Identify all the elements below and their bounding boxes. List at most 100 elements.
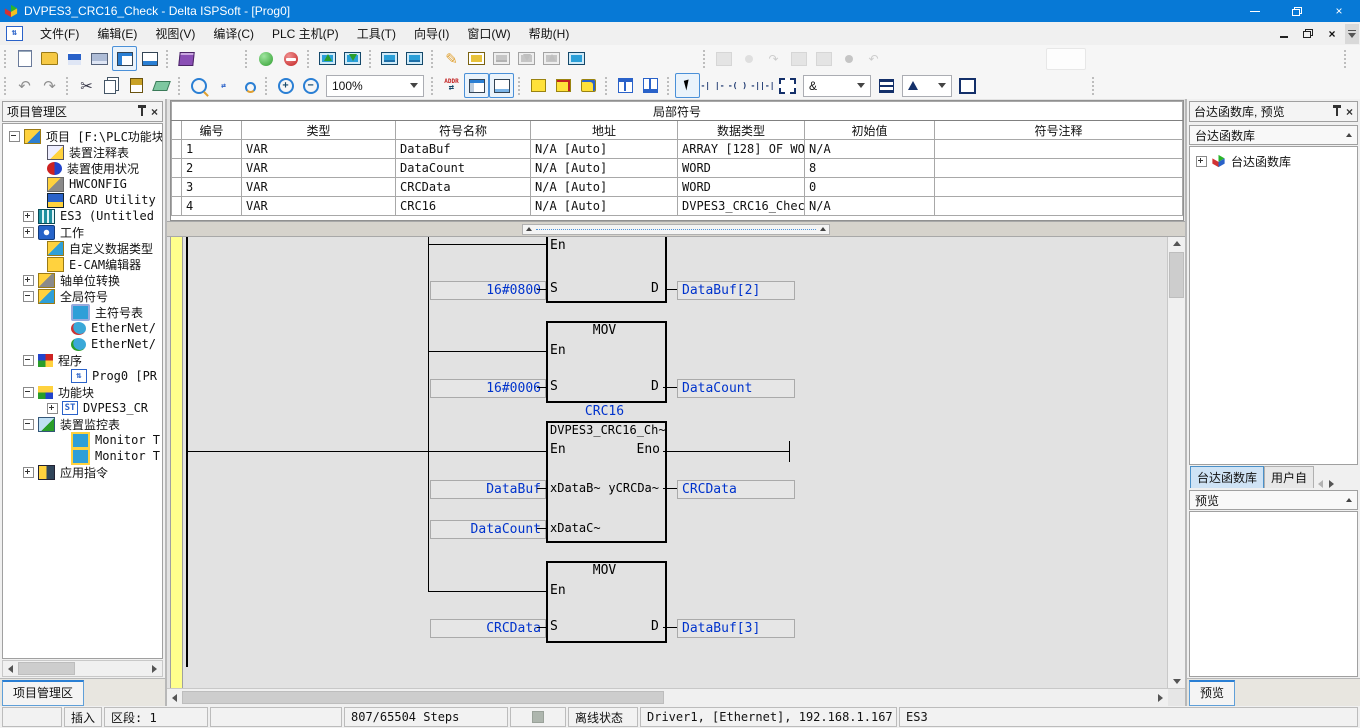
stop-button[interactable] [278,46,303,71]
toolbar-grip[interactable] [4,50,8,68]
toolbar-grip[interactable] [1344,50,1348,68]
fb-instance-label[interactable]: CRC16 [546,404,663,419]
operand-input[interactable]: 16#0006 [430,379,546,398]
project-tree-hscrollbar[interactable] [2,660,163,677]
scroll-right-arrow[interactable] [147,662,162,675]
scroll-thumb[interactable] [182,691,664,704]
pc-link-button[interactable] [564,46,589,71]
tree-item-device-monitor-table[interactable]: 装置监控表 [3,416,162,432]
undo-button[interactable]: ↶ [12,73,37,98]
select-tool-button[interactable] [675,73,700,98]
operand-output[interactable]: DataBuf[3] [677,619,795,638]
coil-tool-button[interactable]: -( ) [725,73,750,98]
tree-item-api[interactable]: 应用指令 [3,464,162,480]
operand-input[interactable]: CRCData [430,619,546,638]
menu-edit[interactable]: 编辑(E) [88,22,146,45]
tree-item-hwconfig[interactable]: HWCONFIG [3,176,162,192]
device-monitor-button[interactable] [402,46,427,71]
tree-item-prog0[interactable]: ⇅Prog0 [PR [3,368,162,384]
function-block-tool-button[interactable] [955,73,980,98]
operand-output[interactable]: DataCount [677,379,795,398]
tree-item-function-blocks[interactable]: 功能块 [3,384,162,400]
tab-preview[interactable]: 预览 [1189,680,1235,706]
download-button[interactable] [340,46,365,71]
splitter-collapse-control[interactable] [522,224,830,235]
output-window-toggle[interactable] [137,46,162,71]
logic-block-combo[interactable]: & [803,75,871,97]
up-connect-combo[interactable] [902,75,952,97]
run-button[interactable] [253,46,278,71]
zoom-level-combo[interactable]: 100% [326,75,424,97]
tree-item-ethernet-1[interactable]: EtherNet/ [3,320,162,336]
tree-item-device-usage[interactable]: 装置使用状况 [3,160,162,176]
goto-button[interactable] [236,73,261,98]
tab-scroll-right-icon[interactable] [1329,480,1334,488]
toolbar-grip[interactable] [1092,77,1096,95]
cut-button[interactable]: ✂ [74,73,99,98]
table-editor-splitter[interactable] [167,221,1185,237]
find-button[interactable] [186,73,211,98]
scroll-up-arrow[interactable] [1169,237,1184,250]
toolbar-grip[interactable] [178,77,182,95]
operand-output[interactable]: DataBuf[2] [677,281,795,300]
symbol-table-view-toggle[interactable] [464,73,489,98]
operand-input[interactable]: DataBuf [430,480,546,499]
mdi-restore-button[interactable] [1296,25,1320,43]
print-button[interactable] [87,46,112,71]
mdi-close-button[interactable]: × [1320,25,1344,43]
tree-item-monitor-2[interactable]: Monitor T [3,448,162,464]
manual-button[interactable] [174,46,199,71]
step-in-button[interactable] [786,46,811,71]
tab-project-management[interactable]: 项目管理区 [2,680,84,706]
instruction-tool-button[interactable] [775,73,800,98]
tree-item-delta-library[interactable]: 台达函数库 [1190,153,1357,169]
scroll-left-arrow[interactable] [167,691,182,704]
toolbar-grip[interactable] [667,77,671,95]
comment-view-toggle[interactable] [489,73,514,98]
online-monitor-button[interactable] [377,46,402,71]
ladder-editor[interactable]: En S D 16#0800 DataBuf[2] MOV En S D 16#… [167,237,1185,688]
tab-scroll-left-icon[interactable] [1318,480,1323,488]
edit-button[interactable]: ✎ [439,46,464,71]
scroll-left-arrow[interactable] [3,662,18,675]
toolbar-grip[interactable] [166,50,170,68]
breakpoint-button[interactable] [836,46,861,71]
toolbar-grip[interactable] [518,77,522,95]
toolbar-overflow-button[interactable] [1345,24,1359,44]
operand-output[interactable]: CRCData [677,480,795,499]
scroll-thumb[interactable] [18,662,75,675]
menu-view[interactable]: 视图(V) [146,22,204,45]
toolbar-grip[interactable] [431,77,435,95]
menu-file[interactable]: 文件(F) [31,22,88,45]
redo-button[interactable]: ↷ [37,73,62,98]
open-file-button[interactable] [37,46,62,71]
preview-section-bar[interactable]: 预览 [1189,490,1358,510]
toolbar-grip[interactable] [66,77,70,95]
scroll-thumb[interactable] [1169,252,1184,298]
project-window-toggle[interactable] [112,46,137,71]
insert-network-below-button[interactable] [638,73,663,98]
editor-vscrollbar[interactable] [1167,237,1185,688]
delete-button[interactable] [149,73,174,98]
upload-button[interactable] [315,46,340,71]
tree-item-user-data-type[interactable]: 自定义数据类型 [3,240,162,256]
tree-item-programs[interactable]: 程序 [3,352,162,368]
scroll-right-arrow[interactable] [1153,691,1168,704]
close-icon[interactable]: × [1346,105,1353,119]
reset-button[interactable]: ↶ [861,46,886,71]
activate-network-button[interactable] [551,73,576,98]
tree-item-monitor-1[interactable]: Monitor T [3,432,162,448]
zoom-out-button[interactable]: − [298,73,323,98]
tree-item-main-symbol-table[interactable]: 主符号表 [3,304,162,320]
tree-item-global-symbols[interactable]: 全局符号 [3,288,162,304]
window-minimize-button[interactable] [1234,0,1276,22]
menu-tools[interactable]: 工具(T) [348,22,405,45]
toolbar-grip[interactable] [369,50,373,68]
contact-tool-button[interactable]: -| |- [700,73,725,98]
menu-help[interactable]: 帮助(H) [520,22,579,45]
toolbar-grip[interactable] [431,50,435,68]
tree-item-es3[interactable]: ES3 (Untitled [3,208,162,224]
tree-item-device-comment[interactable]: 装置注释表 [3,144,162,160]
scroll-down-arrow[interactable] [1169,675,1184,688]
disabled-upload-button[interactable] [539,46,564,71]
